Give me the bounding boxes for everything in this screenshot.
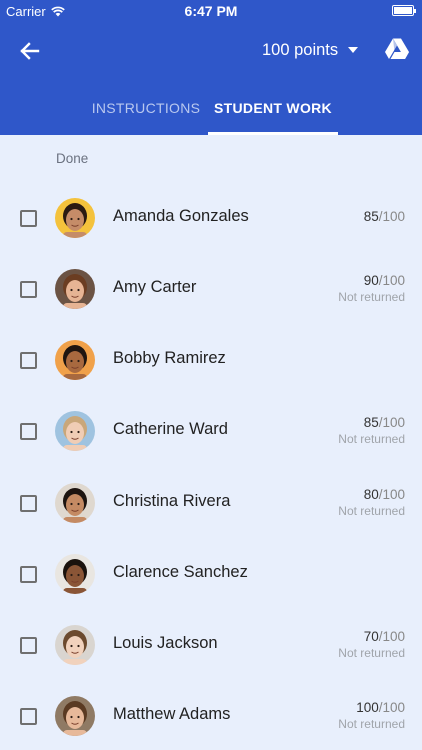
tab-active-indicator	[208, 132, 338, 135]
student-grade: 80/100 Not returned	[338, 487, 405, 518]
grade-max: /100	[378, 273, 405, 288]
student-checkbox[interactable]	[20, 708, 37, 725]
tab-instructions[interactable]: INSTRUCTIONS	[84, 95, 208, 135]
student-name: Catherine Ward	[113, 420, 228, 438]
return-status: Not returned	[338, 717, 405, 731]
return-status: Not returned	[338, 290, 405, 304]
student-avatar	[55, 625, 95, 665]
grade-score: 100/100	[338, 700, 405, 715]
arrow-back-icon	[20, 42, 40, 60]
student-avatar	[55, 411, 95, 451]
student-avatar	[55, 696, 95, 736]
grade-points: 85	[363, 415, 379, 430]
student-checkbox[interactable]	[20, 495, 37, 512]
grade-score: 85/100	[364, 209, 405, 224]
grade-score: 70/100	[338, 629, 405, 644]
student-name: Matthew Adams	[113, 705, 231, 723]
student-avatar	[55, 269, 95, 309]
grade-points: 85	[363, 209, 379, 224]
student-checkbox[interactable]	[20, 423, 37, 440]
grade-score: 85/100	[338, 415, 405, 430]
student-avatar	[55, 554, 95, 594]
student-checkbox[interactable]	[20, 352, 37, 369]
drive-button[interactable]	[384, 37, 410, 61]
tab-student-work[interactable]: STUDENT WORK	[208, 95, 338, 135]
student-row[interactable]: Matthew Adams 100/100 Not returned	[0, 681, 422, 750]
grade-points: 100	[356, 700, 379, 715]
student-row[interactable]: Louis Jackson 70/100 Not returned	[0, 610, 422, 681]
student-name: Christina Rivera	[113, 492, 231, 510]
tab-bar: INSTRUCTIONS STUDENT WORK	[0, 95, 422, 135]
student-checkbox[interactable]	[20, 281, 37, 298]
student-row[interactable]: Christina Rivera 80/100 Not returned	[0, 468, 422, 539]
student-row[interactable]: Clarence Sanchez	[0, 539, 422, 610]
student-row[interactable]: Amy Carter 90/100 Not returned	[0, 254, 422, 325]
app-bar: 100 points INSTRUCTIONS STUDENT WORK	[0, 22, 422, 135]
grade-max: /100	[378, 700, 405, 715]
student-avatar	[55, 340, 95, 380]
grade-points: 90	[363, 273, 379, 288]
student-checkbox[interactable]	[20, 566, 37, 583]
student-name: Clarence Sanchez	[113, 563, 248, 581]
back-button[interactable]	[14, 36, 44, 66]
student-name: Bobby Ramirez	[113, 349, 226, 367]
student-checkbox[interactable]	[20, 210, 37, 227]
points-label: 100 points	[262, 40, 339, 59]
grade-max: /100	[378, 415, 405, 430]
battery-icon	[392, 5, 416, 16]
student-name: Amy Carter	[113, 278, 197, 296]
student-grade: 70/100 Not returned	[338, 629, 405, 660]
student-grade: 100/100 Not returned	[338, 700, 405, 731]
google-drive-icon	[385, 38, 409, 59]
return-status: Not returned	[338, 432, 405, 446]
student-avatar	[55, 198, 95, 238]
return-status: Not returned	[338, 504, 405, 518]
status-bar: Carrier 6:47 PM	[0, 0, 422, 22]
student-row[interactable]: Bobby Ramirez	[0, 325, 422, 396]
grade-points: 80	[363, 487, 379, 502]
student-name: Louis Jackson	[113, 634, 218, 652]
student-grade: 85/100	[364, 209, 405, 224]
section-header-done: Done	[56, 151, 89, 166]
grade-max: /100	[378, 487, 405, 502]
grade-score: 80/100	[338, 487, 405, 502]
student-checkbox[interactable]	[20, 637, 37, 654]
student-name: Amanda Gonzales	[113, 207, 249, 225]
status-time: 6:47 PM	[184, 3, 238, 19]
grade-max: /100	[378, 629, 405, 644]
points-selector[interactable]: 100 points	[262, 36, 359, 64]
return-status: Not returned	[338, 646, 405, 660]
student-row[interactable]: Catherine Ward 85/100 Not returned	[0, 396, 422, 467]
grade-max: /100	[378, 209, 405, 224]
student-avatar	[55, 483, 95, 523]
grade-points: 70	[363, 629, 379, 644]
grade-score: 90/100	[338, 273, 405, 288]
chevron-down-icon	[348, 47, 359, 53]
student-grade: 85/100 Not returned	[338, 415, 405, 446]
student-grade: 90/100 Not returned	[338, 273, 405, 304]
student-row[interactable]: Amanda Gonzales 85/100	[0, 183, 422, 254]
